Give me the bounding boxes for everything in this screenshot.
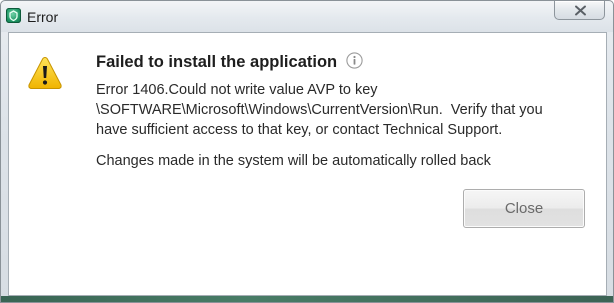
rollback-note: Changes made in the system will be autom… <box>96 153 491 169</box>
window-title: Error <box>27 9 59 25</box>
error-message: Error 1406.Could not write value AVP to … <box>96 82 543 138</box>
error-dialog-window: Error Failed to install the application <box>0 0 614 303</box>
dialog-content: Failed to install the application Error … <box>8 32 607 296</box>
window-close-button[interactable] <box>554 1 605 20</box>
dialog-heading: Failed to install the application <box>96 53 338 71</box>
info-icon[interactable] <box>345 51 363 69</box>
warning-triangle-icon <box>28 56 62 89</box>
bottom-border-strip <box>1 296 613 302</box>
close-button[interactable]: Close <box>463 189 585 228</box>
heading-row: Failed to install the application <box>96 51 363 73</box>
title-bar[interactable]: Error <box>1 1 613 32</box>
close-icon <box>575 5 586 16</box>
app-shield-icon <box>6 8 21 23</box>
